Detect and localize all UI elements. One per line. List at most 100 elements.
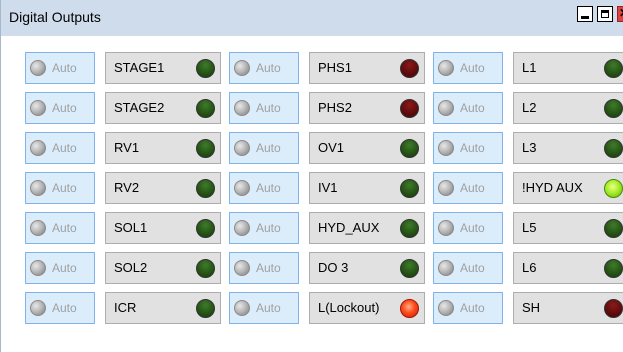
status-led-icon (400, 139, 419, 158)
auto-label: Auto (256, 221, 281, 235)
status-led-icon (196, 99, 215, 118)
auto-button[interactable]: Auto (25, 52, 95, 84)
auto-indicator-icon (234, 220, 250, 236)
output-label: HYD_AUX (318, 220, 380, 235)
output-button[interactable]: PHS2 (309, 92, 425, 124)
status-led-icon (400, 219, 419, 238)
output-label: IV1 (318, 180, 338, 195)
output-button[interactable]: !HYD AUX (513, 172, 623, 204)
status-led-icon (196, 179, 215, 198)
auto-label: Auto (460, 221, 485, 235)
output-button[interactable]: SH (513, 292, 623, 324)
output-button[interactable]: L6 (513, 252, 623, 284)
status-led-icon (400, 59, 419, 78)
output-label: L5 (522, 220, 537, 235)
output-button[interactable]: DO 3 (309, 252, 425, 284)
status-led-icon (400, 259, 419, 278)
auto-button[interactable]: Auto (229, 212, 299, 244)
auto-indicator-icon (30, 140, 46, 156)
auto-indicator-icon (234, 300, 250, 316)
output-label: PHS2 (318, 100, 352, 115)
output-button[interactable]: L2 (513, 92, 623, 124)
output-button[interactable]: L1 (513, 52, 623, 84)
auto-button[interactable]: Auto (433, 52, 503, 84)
status-led-icon (604, 179, 623, 198)
status-led-icon (400, 99, 419, 118)
output-button[interactable]: RV1 (105, 132, 221, 164)
auto-button[interactable]: Auto (229, 172, 299, 204)
auto-button[interactable]: Auto (433, 212, 503, 244)
auto-label: Auto (256, 61, 281, 75)
auto-indicator-icon (234, 140, 250, 156)
auto-button[interactable]: Auto (229, 132, 299, 164)
output-button[interactable]: PHS1 (309, 52, 425, 84)
auto-indicator-icon (438, 260, 454, 276)
auto-indicator-icon (234, 180, 250, 196)
status-led-icon (196, 299, 215, 318)
auto-button[interactable]: Auto (433, 252, 503, 284)
auto-label: Auto (52, 261, 77, 275)
auto-button[interactable]: Auto (229, 252, 299, 284)
close-icon[interactable] (617, 6, 623, 22)
output-label: L3 (522, 140, 537, 155)
output-label: L(Lockout) (318, 300, 380, 315)
auto-label: Auto (460, 181, 485, 195)
auto-button[interactable]: Auto (25, 252, 95, 284)
auto-button[interactable]: Auto (229, 292, 299, 324)
minimize-icon[interactable] (577, 6, 593, 22)
output-label: ICR (114, 300, 137, 315)
auto-button[interactable]: Auto (25, 92, 95, 124)
auto-button[interactable]: Auto (433, 132, 503, 164)
auto-label: Auto (460, 141, 485, 155)
auto-label: Auto (52, 221, 77, 235)
auto-button[interactable]: Auto (229, 52, 299, 84)
auto-button[interactable]: Auto (229, 92, 299, 124)
output-button[interactable]: IV1 (309, 172, 425, 204)
auto-button[interactable]: Auto (25, 172, 95, 204)
output-label: STAGE2 (114, 100, 165, 115)
auto-label: Auto (52, 141, 77, 155)
auto-label: Auto (460, 61, 485, 75)
auto-indicator-icon (30, 60, 46, 76)
status-led-icon (604, 219, 623, 238)
status-led-icon (604, 99, 623, 118)
title-bar[interactable]: Digital Outputs (1, 0, 623, 36)
auto-button[interactable]: Auto (25, 212, 95, 244)
auto-indicator-icon (438, 220, 454, 236)
auto-button[interactable]: Auto (433, 172, 503, 204)
output-label: SH (522, 300, 541, 315)
auto-button[interactable]: Auto (433, 92, 503, 124)
output-button[interactable]: STAGE1 (105, 52, 221, 84)
auto-button[interactable]: Auto (25, 132, 95, 164)
status-led-icon (196, 139, 215, 158)
auto-indicator-icon (234, 260, 250, 276)
output-button[interactable]: SOL2 (105, 252, 221, 284)
output-button[interactable]: ICR (105, 292, 221, 324)
auto-button[interactable]: Auto (25, 292, 95, 324)
output-button[interactable]: OV1 (309, 132, 425, 164)
output-label: SOL2 (114, 260, 148, 275)
output-button[interactable]: STAGE2 (105, 92, 221, 124)
output-button[interactable]: L(Lockout) (309, 292, 425, 324)
maximize-icon[interactable] (597, 6, 613, 22)
auto-label: Auto (256, 101, 281, 115)
window-title: Digital Outputs (9, 9, 101, 25)
auto-label: Auto (52, 101, 77, 115)
auto-indicator-icon (438, 100, 454, 116)
output-button[interactable]: RV2 (105, 172, 221, 204)
output-button[interactable]: HYD_AUX (309, 212, 425, 244)
auto-button[interactable]: Auto (433, 292, 503, 324)
output-button[interactable]: SOL1 (105, 212, 221, 244)
output-button[interactable]: L5 (513, 212, 623, 244)
auto-indicator-icon (438, 300, 454, 316)
status-led-icon (604, 139, 623, 158)
auto-indicator-icon (438, 140, 454, 156)
auto-indicator-icon (234, 100, 250, 116)
status-led-icon (604, 299, 623, 318)
output-label: !HYD AUX (522, 180, 583, 195)
output-label: RV1 (114, 140, 140, 155)
auto-label: Auto (256, 261, 281, 275)
output-button[interactable]: L3 (513, 132, 623, 164)
auto-label: Auto (52, 61, 77, 75)
output-label: L6 (522, 260, 537, 275)
